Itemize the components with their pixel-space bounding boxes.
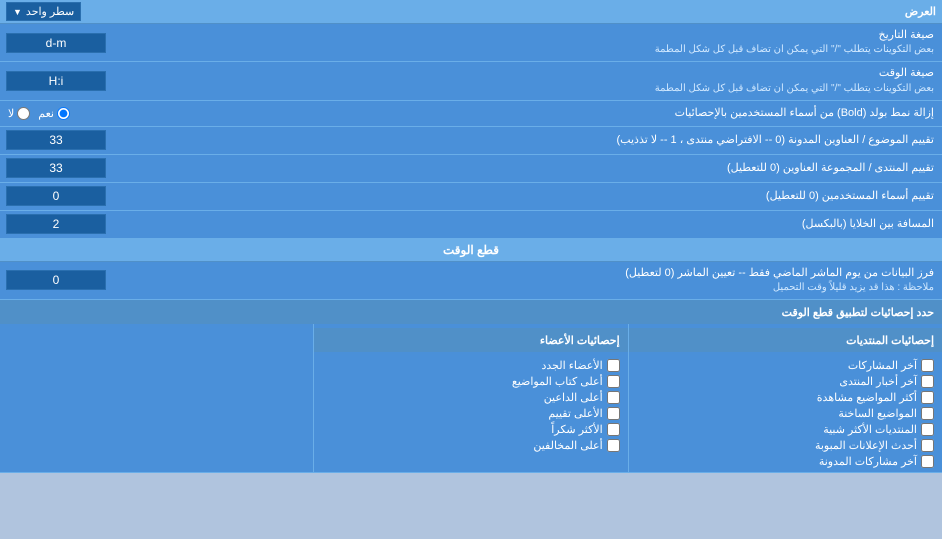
forum-most-viewed-checkbox[interactable] bbox=[921, 391, 934, 404]
checkboxes-header-row: حدد إحصائيات لتطبيق قطع الوقت bbox=[0, 300, 942, 324]
bold-remove-yes-radio[interactable] bbox=[57, 107, 70, 120]
realtime-title: قطع الوقت bbox=[443, 243, 499, 257]
cells-distance-input[interactable] bbox=[6, 214, 106, 234]
time-format-sublabel: بعض التكوينات يتطلب "/" التي يمكن ان تضا… bbox=[128, 82, 934, 96]
forums-order-label: تقييم المنتدى / المجموعة العناوين (0 للت… bbox=[120, 157, 942, 180]
member-top-rated[interactable]: الأعلى تقييم bbox=[322, 407, 619, 420]
filter-input[interactable] bbox=[6, 270, 106, 290]
forum-stats-col: إحصائيات المنتديات آخر المشاركات آخر أخب… bbox=[629, 324, 942, 472]
forums-order-input-area bbox=[0, 155, 120, 181]
topics-order-input[interactable] bbox=[6, 130, 106, 150]
member-top-violators-checkbox[interactable] bbox=[607, 439, 620, 452]
forum-last-posts-checkbox[interactable] bbox=[921, 359, 934, 372]
forum-most-similar-checkbox[interactable] bbox=[921, 423, 934, 436]
bold-remove-label: إزالة نمط بولد (Bold) من أسماء المستخدمي… bbox=[78, 102, 942, 125]
header-label: العرض bbox=[81, 5, 936, 18]
member-top-rated-checkbox[interactable] bbox=[607, 407, 620, 420]
col-divider bbox=[628, 324, 629, 472]
member-stats-header: إحصائيات الأعضاء bbox=[540, 334, 620, 347]
forum-hot-topics-checkbox[interactable] bbox=[921, 407, 934, 420]
cells-distance-input-area bbox=[0, 211, 120, 237]
member-most-thanked[interactable]: الأكثر شكراً bbox=[322, 423, 619, 436]
users-order-input[interactable] bbox=[6, 186, 106, 206]
forums-order-input[interactable] bbox=[6, 158, 106, 178]
bold-remove-no-radio[interactable] bbox=[17, 107, 30, 120]
users-order-input-area bbox=[0, 183, 120, 209]
forum-most-viewed[interactable]: أكثر المواضيع مشاهدة bbox=[637, 391, 934, 404]
forum-last-blog-posts[interactable]: آخر مشاركات المدونة bbox=[637, 455, 934, 468]
filter-input-area bbox=[0, 267, 120, 293]
member-most-thanked-checkbox[interactable] bbox=[607, 423, 620, 436]
member-top-violators[interactable]: أعلى المخالفين bbox=[322, 439, 619, 452]
time-format-row: صيغة الوقت بعض التكوينات يتطلب "/" التي … bbox=[0, 62, 942, 100]
date-format-input-area bbox=[0, 30, 120, 56]
checkboxes-content: إحصائيات المنتديات آخر المشاركات آخر أخب… bbox=[0, 324, 942, 472]
topics-order-label: تقييم الموضوع / العناوين المدونة (0 -- ا… bbox=[120, 129, 942, 152]
realtime-section-header: قطع الوقت bbox=[0, 239, 942, 262]
member-new-checkbox[interactable] bbox=[607, 359, 620, 372]
forum-latest-ads-checkbox[interactable] bbox=[921, 439, 934, 452]
time-format-label: صيغة الوقت بعض التكوينات يتطلب "/" التي … bbox=[120, 62, 942, 99]
cells-distance-row: المسافة بين الخلايا (بالبكسل) bbox=[0, 211, 942, 239]
forums-order-row: تقييم المنتدى / المجموعة العناوين (0 للت… bbox=[0, 155, 942, 183]
member-top-writers[interactable]: أعلى كتاب المواضيع bbox=[322, 375, 619, 388]
bold-remove-yes-label: نعم bbox=[38, 107, 54, 120]
forum-last-news[interactable]: آخر أخبار المنتدى bbox=[637, 375, 934, 388]
forum-last-blog-posts-checkbox[interactable] bbox=[921, 455, 934, 468]
member-top-writers-checkbox[interactable] bbox=[607, 375, 620, 388]
date-format-row: صيغة التاريخ بعض التكوينات يتطلب "/" الت… bbox=[0, 24, 942, 62]
empty-col bbox=[0, 324, 313, 472]
forum-last-posts[interactable]: آخر المشاركات bbox=[637, 359, 934, 372]
display-dropdown[interactable]: سطر واحد ▼ bbox=[6, 2, 81, 21]
users-order-row: تقييم أسماء المستخدمين (0 للتعطيل) bbox=[0, 183, 942, 211]
time-format-input-area bbox=[0, 68, 120, 94]
member-top-inviters-checkbox[interactable] bbox=[607, 391, 620, 404]
forum-latest-ads[interactable]: أحدث الإعلانات المبوبة bbox=[637, 439, 934, 452]
filter-note: ملاحظة : هذا قد يزيد قليلاً وقت التحميل bbox=[128, 281, 934, 295]
bold-remove-radio-area: نعم لا bbox=[0, 104, 78, 123]
bold-remove-no-label: لا bbox=[8, 107, 14, 120]
filter-row: فرز البيانات من يوم الماشر الماضي فقط --… bbox=[0, 262, 942, 300]
topics-order-row: تقييم الموضوع / العناوين المدونة (0 -- ا… bbox=[0, 127, 942, 155]
date-format-sublabel: بعض التكوينات يتطلب "/" التي يمكن ان تضا… bbox=[128, 43, 934, 57]
bold-remove-yes[interactable]: نعم bbox=[38, 107, 70, 120]
time-format-input[interactable] bbox=[6, 71, 106, 91]
bold-remove-no[interactable]: لا bbox=[8, 107, 30, 120]
users-order-label: تقييم أسماء المستخدمين (0 للتعطيل) bbox=[120, 185, 942, 208]
member-top-inviters[interactable]: أعلى الداعين bbox=[322, 391, 619, 404]
cells-distance-label: المسافة بين الخلايا (بالبكسل) bbox=[120, 213, 942, 236]
member-stats-col: إحصائيات الأعضاء الأعضاء الجدد أعلى كتاب… bbox=[314, 324, 627, 472]
dropdown-arrow-icon: ▼ bbox=[13, 7, 22, 17]
forum-most-similar[interactable]: المنتديات الأكثر شبية bbox=[637, 423, 934, 436]
checkboxes-section: حدد إحصائيات لتطبيق قطع الوقت إحصائيات ا… bbox=[0, 300, 942, 473]
forum-hot-topics[interactable]: المواضيع الساخنة bbox=[637, 407, 934, 420]
checkboxes-header-label: حدد إحصائيات لتطبيق قطع الوقت bbox=[8, 306, 934, 319]
forum-stats-header: إحصائيات المنتديات bbox=[846, 334, 934, 347]
topics-order-input-area bbox=[0, 127, 120, 153]
bold-remove-row: إزالة نمط بولد (Bold) من أسماء المستخدمي… bbox=[0, 101, 942, 127]
main-container: العرض سطر واحد ▼ صيغة التاريخ بعض التكوي… bbox=[0, 0, 942, 473]
filter-label: فرز البيانات من يوم الماشر الماضي فقط --… bbox=[120, 262, 942, 299]
col-divider-2 bbox=[313, 324, 314, 472]
dropdown-label: سطر واحد bbox=[26, 5, 74, 18]
forum-last-news-checkbox[interactable] bbox=[921, 375, 934, 388]
date-format-label: صيغة التاريخ بعض التكوينات يتطلب "/" الت… bbox=[120, 24, 942, 61]
header-row: العرض سطر واحد ▼ bbox=[0, 0, 942, 24]
member-new[interactable]: الأعضاء الجدد bbox=[322, 359, 619, 372]
date-format-input[interactable] bbox=[6, 33, 106, 53]
